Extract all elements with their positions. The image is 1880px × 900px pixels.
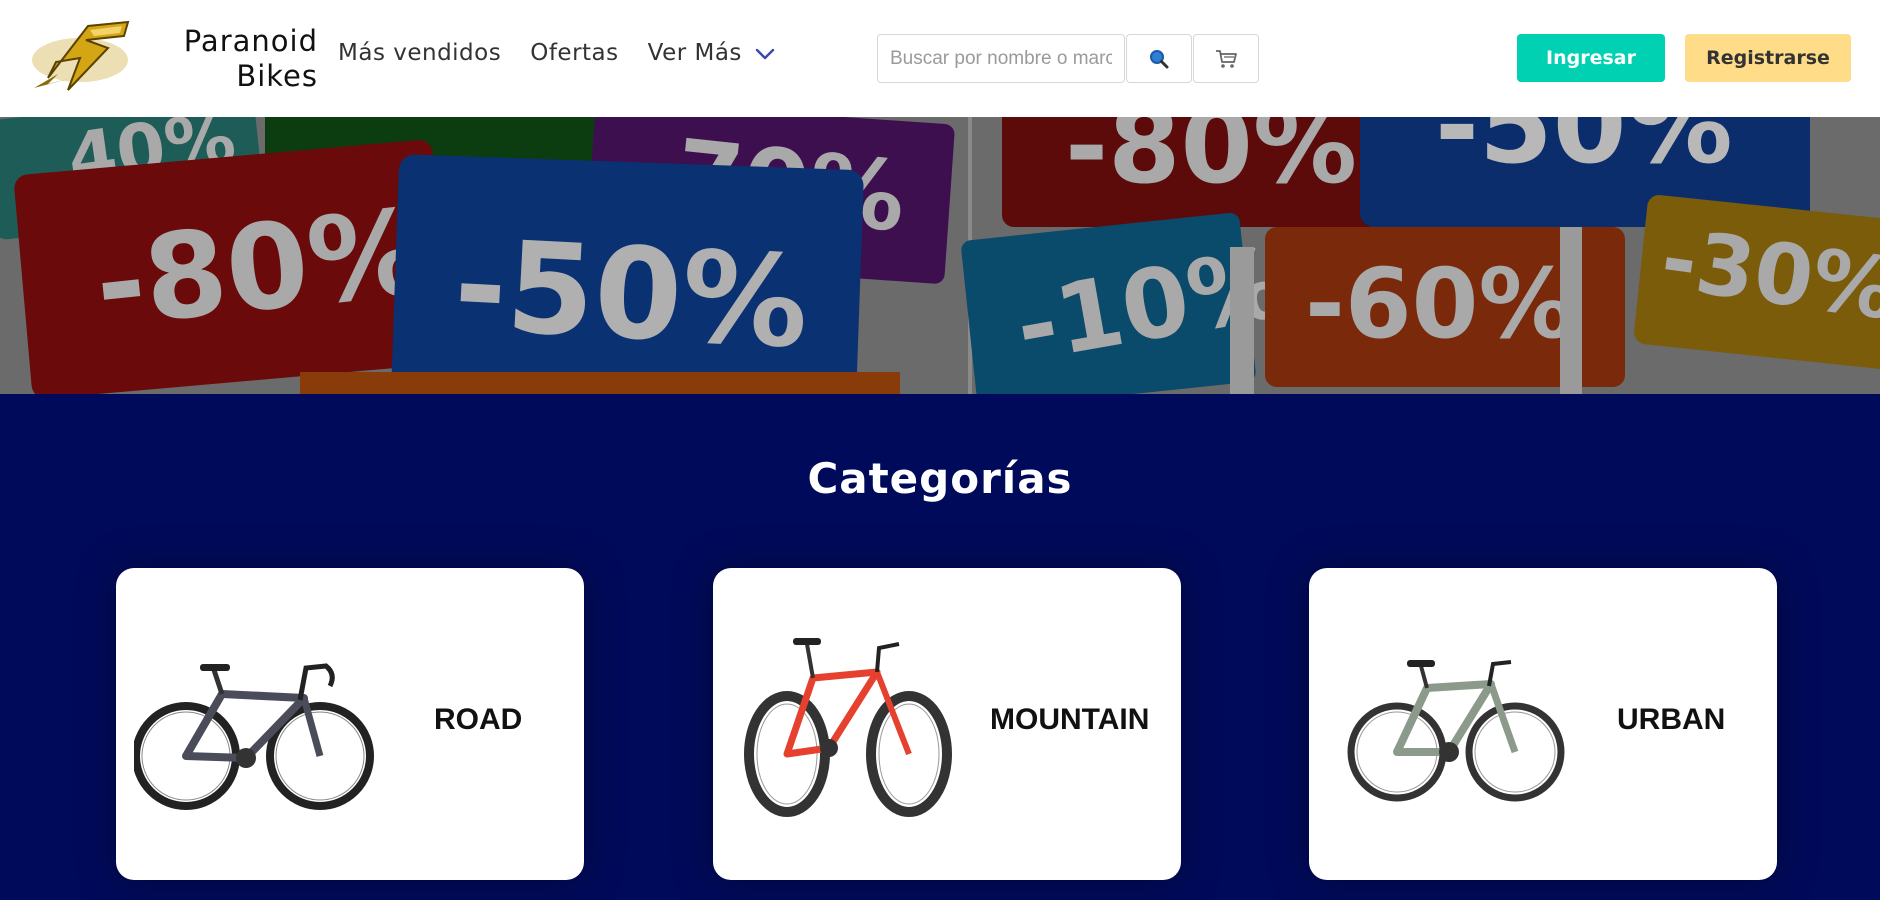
logo[interactable]: Paranoid Bikes xyxy=(28,18,317,96)
offers-banner[interactable]: 40% -70% -80% -50% -80% -50% -10% xyxy=(0,117,1880,394)
logo-lightning-icon xyxy=(32,20,130,91)
sign-red-right: -80% xyxy=(1002,117,1382,227)
sign-text: -50% xyxy=(1435,117,1733,187)
nav-more-label: Ver Más xyxy=(647,40,742,66)
sign-text: -80% xyxy=(1065,117,1357,207)
brand-name: Paranoid Bikes xyxy=(146,24,318,94)
category-label-road: ROAD xyxy=(434,703,523,736)
categories-section: Categorías ROAD MOUNTAIN URBAN xyxy=(0,394,1880,900)
road-bike-image xyxy=(134,663,374,810)
category-card-urban[interactable]: URBAN xyxy=(1309,568,1777,880)
sign-text: -60% xyxy=(1305,248,1575,360)
category-card-mountain[interactable]: MOUNTAIN xyxy=(713,568,1181,880)
discount-signs-image: 40% -70% -80% -50% -80% -50% -10% xyxy=(0,117,1880,394)
nav-offers[interactable]: Ofertas xyxy=(530,40,618,66)
cart-icon xyxy=(1216,49,1237,68)
sign-yellow-right: -30% xyxy=(1634,195,1880,369)
search-icon xyxy=(1150,49,1169,68)
main-nav: Más vendidos Ofertas Ver Más xyxy=(338,40,805,66)
sign-text: -50% xyxy=(451,211,812,376)
sign-blue-left: -50% xyxy=(391,154,864,394)
cart-button[interactable] xyxy=(1193,34,1259,83)
register-button[interactable]: Registrarse xyxy=(1685,34,1851,82)
category-label-urban: URBAN xyxy=(1617,703,1726,736)
nav-more-dropdown[interactable]: Ver Más xyxy=(648,40,776,66)
urban-bike-image xyxy=(1347,660,1565,802)
brand-line1: Paranoid xyxy=(183,24,318,58)
search-input[interactable] xyxy=(877,34,1125,83)
mountain-bike-image xyxy=(744,638,952,817)
chevron-down-icon xyxy=(755,48,775,60)
nav-best-sellers[interactable]: Más vendidos xyxy=(338,40,501,66)
category-label-mountain: MOUNTAIN xyxy=(990,703,1150,736)
login-button[interactable]: Ingresar xyxy=(1517,34,1665,82)
sign-red-left: -80% xyxy=(14,140,451,394)
search-button[interactable] xyxy=(1126,34,1192,83)
brand-line2: Bikes xyxy=(236,59,318,93)
categories-title: Categorías xyxy=(807,454,1073,503)
site-header: Paranoid Bikes Más vendidos Ofertas Ver … xyxy=(0,0,1880,117)
category-card-road[interactable]: ROAD xyxy=(116,568,584,880)
